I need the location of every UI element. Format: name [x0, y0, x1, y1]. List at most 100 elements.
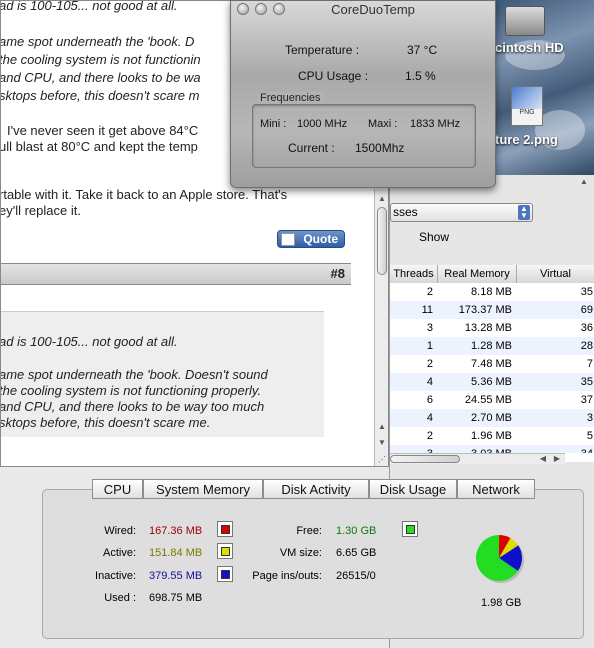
table-row[interactable]: 6 24.55 MB 37 [390, 391, 594, 409]
table-row[interactable]: 4 5.36 MB 35 [390, 373, 594, 391]
active-color-swatch[interactable] [217, 543, 233, 559]
forum-scrollbar[interactable]: ▲ ▼ ⋰ [374, 189, 388, 466]
scroll-up-arrow[interactable]: ▲ [378, 194, 388, 204]
chevron-down-icon: ▲ ▼ [518, 205, 530, 220]
virtual-memory-cell: 28 [580, 340, 593, 352]
virtual-memory-cell: 35 [580, 376, 593, 388]
virtual-memory-cell: 5 [586, 430, 593, 442]
post-line: and CPU, and there looks to be wa [0, 70, 201, 85]
real-memory-cell: 5.36 MB [471, 376, 512, 388]
thread-count-cell: 3 [390, 445, 433, 453]
scroll-up-arrow[interactable]: ▲ [580, 177, 588, 186]
table-row[interactable]: 2 8.18 MB 35 [390, 283, 594, 301]
column-header-threads[interactable]: Threads [390, 265, 438, 283]
virtual-memory-cell: 35 [580, 286, 593, 298]
column-header-virtual[interactable]: Virtual [517, 265, 594, 283]
horizontal-scroll-thumb[interactable] [390, 455, 460, 463]
temperature-label: Temperature : [285, 43, 360, 57]
wired-color [221, 525, 230, 534]
thread-count-cell: 2 [426, 358, 433, 370]
scroll-down-arrow[interactable]: ▼ [377, 438, 387, 447]
drive-label[interactable]: cintosh HD [495, 40, 564, 55]
reply-line: ull blast at 80°C and kept the temp [0, 139, 198, 154]
resize-grip-icon[interactable]: ⋰ [377, 455, 387, 464]
post-header-bar: #8 [1, 263, 351, 285]
tab-disk-activity[interactable]: Disk Activity [263, 479, 369, 499]
table-row[interactable]: 3 13.28 MB 36 [390, 319, 594, 337]
post-line: sktops before, this doesn't scare m [0, 88, 200, 103]
virtual-memory-cell: 36 [580, 322, 593, 334]
scroll-right-arrow[interactable]: ▶ [552, 454, 562, 463]
horizontal-scrollbar[interactable]: ◀ ▶ [390, 453, 565, 464]
tab-network[interactable]: Network [457, 479, 535, 499]
show-label: Show [419, 230, 450, 244]
page-ins-outs-value: 26515/0 [336, 570, 376, 582]
mini-value: 1000 MHz [297, 118, 348, 130]
real-memory-cell: 173.37 MB [458, 304, 512, 316]
file-label[interactable]: ture 2.png [495, 132, 558, 147]
filter-value: sses [393, 205, 418, 219]
memory-pie-chart [476, 535, 524, 583]
scroll-up-arrow[interactable]: ▲ [377, 422, 387, 431]
thread-count-cell: 2 [426, 430, 433, 442]
thread-count-cell: 4 [426, 412, 433, 424]
maxi-value: 1833 MHz [410, 118, 461, 130]
thread-count-cell: 1 [426, 340, 433, 352]
column-header-real-memory[interactable]: Real Memory [438, 265, 517, 283]
thread-count-cell: 11 [421, 304, 433, 316]
table-row[interactable]: 2 7.48 MB 7 [390, 355, 594, 373]
thread-count-cell: 3 [426, 322, 433, 334]
scroll-left-arrow[interactable]: ◀ [538, 454, 548, 463]
post-line: ad is 100-105... not good at all. [0, 0, 178, 13]
inactive-label: Inactive: [95, 570, 136, 582]
table-row[interactable]: 2 1.96 MB 5 [390, 427, 594, 445]
thread-count-cell: 6 [426, 394, 433, 406]
real-memory-cell: 2.70 MB [471, 412, 512, 424]
inactive-color-swatch[interactable] [217, 566, 233, 582]
png-file-icon[interactable]: PNG [511, 86, 543, 126]
table-row[interactable]: 11 173.37 MB 69 [390, 301, 594, 319]
virtual-memory-cell: 34 [520, 445, 593, 453]
scroll-thumb[interactable] [377, 207, 387, 275]
active-value: 151.84 MB [149, 547, 203, 559]
table-row[interactable]: 3 3.03 MB 34 [390, 445, 594, 453]
temperature-value: 37 °C [407, 43, 438, 57]
virtual-memory-cell: 7 [586, 358, 593, 370]
real-memory-cell: 7.48 MB [471, 358, 512, 370]
inactive-value: 379.55 MB [149, 570, 203, 582]
window-title: CoreDuoTemp [331, 2, 415, 17]
wired-color-swatch[interactable] [217, 521, 233, 537]
pie-slices [476, 535, 522, 581]
cpu-usage-label: CPU Usage : [298, 69, 369, 83]
frequencies-group [252, 104, 476, 168]
virtual-memory-cell: 37 [580, 394, 593, 406]
hard-drive-icon[interactable] [505, 6, 545, 36]
thread-count-cell: 4 [426, 376, 433, 388]
quote-button[interactable]: Quote [277, 230, 345, 248]
current-label: Current : [288, 141, 335, 155]
used-label: Used : [104, 592, 136, 604]
wired-value: 167.36 MB [149, 525, 203, 537]
tab-cpu[interactable]: CPU [92, 479, 143, 499]
total-memory: 1.98 GB [481, 597, 522, 609]
table-row[interactable]: 4 2.70 MB 3 [390, 409, 594, 427]
current-value: 1500Mhz [355, 141, 405, 155]
free-color-swatch[interactable] [402, 521, 418, 537]
tab-system-memory[interactable]: System Memory [143, 479, 263, 499]
active-color [221, 547, 230, 556]
real-memory-cell: 24.55 MB [464, 394, 512, 406]
quote-label: Quote [303, 232, 338, 246]
page-ins-outs-label: Page ins/outs: [252, 570, 322, 582]
vm-size-label: VM size: [279, 547, 322, 559]
desktop-background: cintosh HD PNG ture 2.png [495, 0, 594, 175]
quote-line: ad is 100-105... not good at all. [0, 334, 178, 349]
vm-size-value: 6.65 GB [336, 547, 377, 559]
mini-label: Mini : [260, 118, 287, 130]
coreduotemp-panel: CoreDuoTemp Temperature : 37 °C CPU Usag… [230, 0, 496, 188]
post-line: ame spot underneath the 'book. D [0, 34, 195, 49]
real-memory-cell: 13.28 MB [464, 322, 512, 334]
process-filter-select[interactable]: sses ▲ ▼ [390, 203, 533, 222]
table-row[interactable]: 1 1.28 MB 28 [390, 337, 594, 355]
tab-disk-usage[interactable]: Disk Usage [369, 479, 457, 499]
post-number[interactable]: #8 [331, 266, 345, 281]
